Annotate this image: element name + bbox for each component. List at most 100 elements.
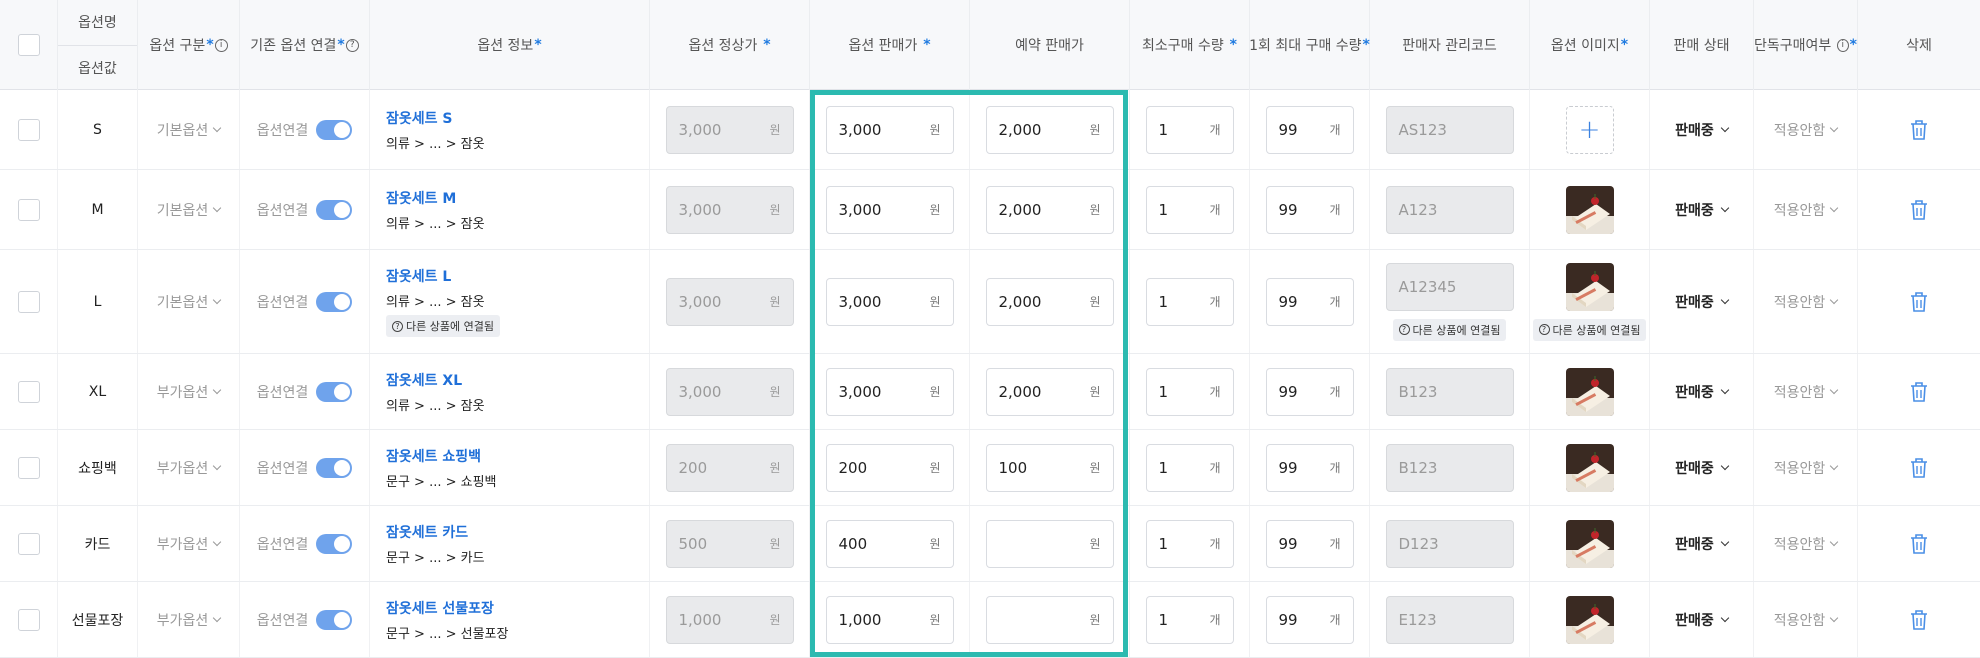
solo-purchase-select[interactable]: 적용안함 bbox=[1773, 292, 1839, 312]
min-qty-input[interactable]: 1개 bbox=[1145, 185, 1234, 234]
option-link-toggle[interactable] bbox=[316, 457, 353, 478]
solo-purchase-select[interactable]: 적용안함 bbox=[1774, 120, 1839, 140]
option-link-toggle[interactable] bbox=[316, 291, 353, 312]
solo-purchase-select[interactable]: 적용안함 bbox=[1774, 610, 1839, 630]
option-type-select[interactable]: 기본옵션 bbox=[157, 292, 222, 312]
max-qty-input[interactable]: 99 개 bbox=[1265, 595, 1354, 644]
row-checkbox[interactable] bbox=[17, 608, 40, 631]
sale-status-select[interactable]: 판매중 bbox=[1675, 200, 1730, 220]
sale-status-select[interactable]: 판매중 bbox=[1675, 382, 1730, 402]
option-info-name[interactable]: 잠옷세트 XL bbox=[386, 370, 485, 390]
row-checkbox[interactable] bbox=[17, 290, 40, 313]
option-image-thumbnail[interactable] bbox=[1565, 262, 1614, 311]
select-all-checkbox[interactable] bbox=[17, 34, 40, 56]
option-info-cell: 잠옷세트 XL 의류 > ... > 잠옷 bbox=[370, 354, 650, 429]
option-image-thumbnail[interactable] bbox=[1565, 519, 1614, 568]
chevron-down-icon bbox=[213, 537, 222, 546]
reserve-price-input[interactable]: 원 bbox=[985, 595, 1114, 644]
sale-price-input[interactable]: 3,000 원 bbox=[825, 185, 954, 234]
option-image-thumbnail[interactable] bbox=[1565, 185, 1614, 234]
min-qty-input[interactable]: 1개 bbox=[1145, 367, 1234, 416]
option-info-name[interactable]: 잠옷세트 L bbox=[386, 266, 500, 286]
min-qty-input[interactable]: 1개 bbox=[1145, 105, 1234, 154]
solo-purchase-select[interactable]: 적용안함 bbox=[1774, 382, 1839, 402]
trash-icon[interactable] bbox=[1909, 381, 1929, 403]
add-image-button[interactable]: + bbox=[1565, 105, 1614, 154]
sale-price-input[interactable]: 3,000 원 bbox=[825, 277, 954, 326]
sale-price-input[interactable]: 1,000 원 bbox=[825, 595, 954, 644]
option-link-toggle[interactable] bbox=[316, 119, 353, 140]
solo-purchase-select[interactable]: 적용안함 bbox=[1774, 534, 1839, 554]
option-link-toggle[interactable] bbox=[316, 609, 353, 630]
sale-status-select[interactable]: 판매중 bbox=[1675, 292, 1730, 312]
reserve-price-input[interactable]: 원 bbox=[985, 519, 1114, 568]
reserve-price-input[interactable]: 2,000 원 bbox=[985, 185, 1114, 234]
sale-price-input[interactable]: 3,000 원 bbox=[825, 367, 954, 416]
trash-icon[interactable] bbox=[1909, 119, 1929, 141]
min-qty-input[interactable]: 1개 bbox=[1145, 519, 1234, 568]
option-image-thumbnail[interactable] bbox=[1565, 443, 1614, 492]
max-qty-input[interactable]: 99 개 bbox=[1265, 367, 1354, 416]
option-info-name[interactable]: 잠옷세트 S bbox=[386, 108, 485, 128]
min-qty-input[interactable]: 1개 bbox=[1145, 443, 1234, 492]
max-qty-input[interactable]: 99 개 bbox=[1265, 277, 1354, 326]
table-row: M 기본옵션 옵션연결 잠옷세트 M 의류 > ... > 잠옷 3,000 원 3,000 원… bbox=[0, 170, 1980, 250]
sale-price-cell: 3,000 원 bbox=[810, 90, 970, 169]
max-qty-input[interactable]: 99 개 bbox=[1265, 185, 1354, 234]
row-checkbox[interactable] bbox=[17, 532, 40, 555]
row-checkbox[interactable] bbox=[17, 118, 40, 141]
info-icon[interactable]: i bbox=[1836, 38, 1849, 52]
sale-status-select[interactable]: 판매중 bbox=[1675, 120, 1730, 140]
solo-purchase-select[interactable]: 적용안함 bbox=[1773, 458, 1839, 478]
row-checkbox[interactable] bbox=[17, 198, 40, 221]
info-icon[interactable]: i bbox=[214, 38, 228, 52]
min-qty-input[interactable]: 1개 bbox=[1145, 277, 1234, 326]
option-info-cell: 잠옷세트 S 의류 > ... > 잠옷 bbox=[370, 90, 650, 169]
option-link-toggle[interactable] bbox=[316, 533, 353, 554]
option-info-name[interactable]: 잠옷세트 쇼핑백 bbox=[386, 446, 497, 466]
trash-icon[interactable] bbox=[1909, 609, 1929, 631]
option-type-select[interactable]: 부가옵션 bbox=[157, 382, 222, 402]
trash-icon[interactable] bbox=[1909, 291, 1929, 313]
trash-icon[interactable] bbox=[1909, 457, 1929, 479]
chevron-down-icon bbox=[1720, 203, 1730, 212]
option-type-cell: 부가옵션 bbox=[138, 354, 240, 429]
option-type-select[interactable]: 기본옵션 bbox=[157, 200, 222, 220]
reserve-price-input[interactable]: 2,000 원 bbox=[985, 277, 1114, 326]
seller-code-input: AS123 bbox=[1385, 105, 1514, 154]
option-image-thumbnail[interactable] bbox=[1565, 595, 1614, 644]
help-icon[interactable]: ? bbox=[345, 38, 359, 52]
sale-price-input[interactable]: 3,000 원 bbox=[825, 105, 954, 154]
option-image-thumbnail[interactable] bbox=[1565, 367, 1614, 416]
option-type-select[interactable]: 기본옵션 bbox=[157, 120, 222, 140]
sale-status-select[interactable]: 판매중 bbox=[1675, 458, 1730, 478]
min-qty-input[interactable]: 1개 bbox=[1145, 595, 1234, 644]
option-info-name[interactable]: 잠옷세트 M bbox=[386, 188, 485, 208]
option-link-toggle[interactable] bbox=[316, 199, 353, 220]
row-checkbox[interactable] bbox=[17, 380, 40, 403]
row-checkbox[interactable] bbox=[17, 456, 40, 479]
option-info-name[interactable]: 잠옷세트 카드 bbox=[386, 522, 485, 542]
sale-status-select[interactable]: 판매중 bbox=[1675, 610, 1730, 630]
option-type-select[interactable]: 부가옵션 bbox=[157, 458, 222, 478]
seller-code-input: A123 bbox=[1385, 185, 1514, 234]
trash-icon[interactable] bbox=[1909, 199, 1929, 221]
option-type-select[interactable]: 부가옵션 bbox=[157, 534, 222, 554]
option-info-name[interactable]: 잠옷세트 선물포장 bbox=[386, 598, 508, 618]
solo-purchase-value: 적용안함 bbox=[1773, 460, 1826, 477]
reserve-price-input[interactable]: 2,000 원 bbox=[985, 105, 1114, 154]
max-qty-input[interactable]: 99 개 bbox=[1265, 443, 1354, 492]
reserve-price-input[interactable]: 2,000 원 bbox=[985, 367, 1114, 416]
sale-price-input[interactable]: 400 원 bbox=[825, 519, 954, 568]
max-qty-value: 99 bbox=[1278, 610, 1298, 629]
option-link-toggle[interactable] bbox=[316, 381, 353, 402]
trash-icon[interactable] bbox=[1909, 533, 1929, 555]
sale-status-select[interactable]: 판매중 bbox=[1675, 534, 1730, 554]
solo-purchase-select[interactable]: 적용안함 bbox=[1774, 200, 1839, 220]
option-type-select[interactable]: 부가옵션 bbox=[157, 610, 222, 630]
solo-purchase-value: 적용안함 bbox=[1773, 294, 1826, 311]
sale-price-input[interactable]: 200 원 bbox=[825, 443, 954, 492]
reserve-price-input[interactable]: 100 원 bbox=[985, 443, 1114, 492]
max-qty-input[interactable]: 99 개 bbox=[1265, 519, 1354, 568]
max-qty-input[interactable]: 99 개 bbox=[1265, 105, 1354, 154]
